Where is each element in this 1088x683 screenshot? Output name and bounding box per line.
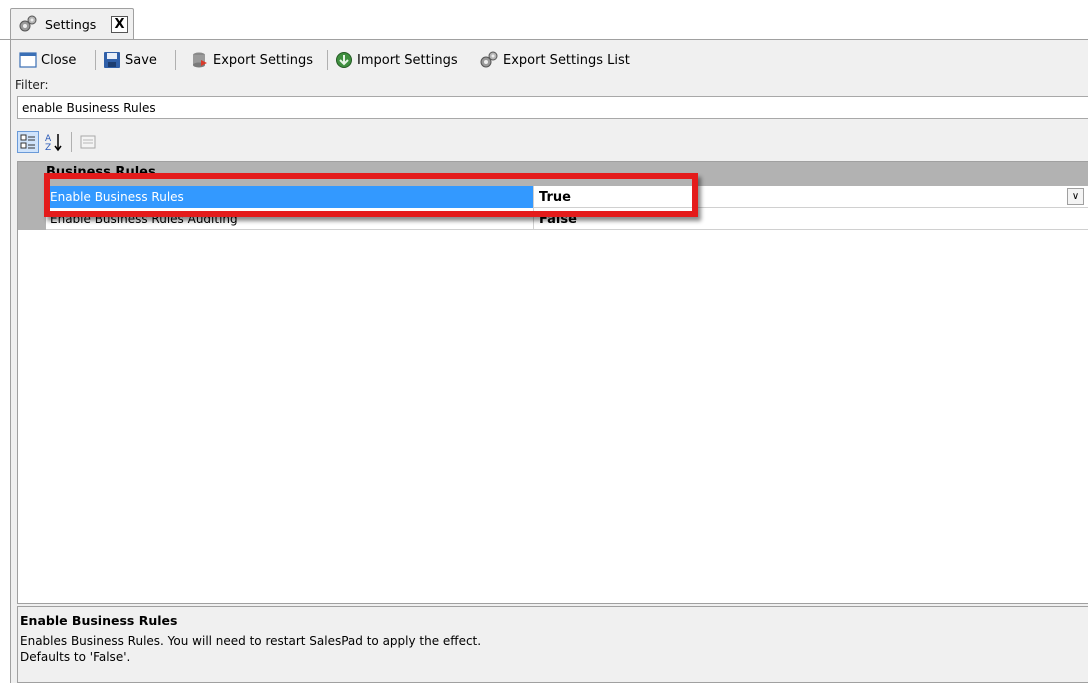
categorized-icon — [20, 134, 35, 149]
property-value[interactable]: True — [539, 190, 571, 205]
filter-label: Filter: — [15, 78, 49, 92]
toolbar-separator — [327, 50, 328, 70]
property-pages-icon — [80, 135, 96, 149]
category-row[interactable]: Business Rules — [18, 162, 1088, 186]
import-settings-label: Import Settings — [357, 52, 458, 68]
gears-icon — [480, 51, 498, 68]
help-description: Enables Business Rules. You will need to… — [20, 634, 482, 648]
toolbar-separator — [175, 50, 176, 70]
close-button[interactable]: Close — [19, 50, 76, 70]
property-grid-toolbar: A Z — [17, 126, 1088, 158]
svg-text:Z: Z — [45, 143, 51, 153]
help-title: Enable Business Rules — [20, 613, 178, 628]
database-export-icon — [193, 52, 207, 68]
help-default-note: Defaults to 'False'. — [20, 650, 131, 664]
tab-strip: Settings X — [0, 0, 1088, 40]
property-name: Enable Business Rules Auditing — [46, 208, 534, 230]
gears-icon — [19, 15, 37, 32]
chevron-down-icon: ∨ — [1071, 191, 1080, 202]
row-gutter — [18, 208, 46, 230]
property-value[interactable]: False — [539, 212, 577, 227]
filter-input[interactable] — [17, 96, 1088, 119]
import-icon — [336, 52, 352, 68]
import-settings-button[interactable]: Import Settings — [335, 50, 458, 70]
settings-panel: Close Save Export Settings Import Settin… — [10, 40, 1088, 683]
save-label: Save — [125, 52, 157, 68]
close-label: Close — [41, 52, 77, 68]
sort-az-icon: A Z — [45, 134, 62, 153]
row-gutter — [18, 186, 46, 208]
tab-settings[interactable]: Settings X — [10, 8, 134, 40]
property-row-enable-business-rules[interactable]: Enable Business Rules True ∨ — [18, 186, 1088, 208]
tab-close-button[interactable]: X — [111, 16, 128, 33]
property-grid: Business Rules Enable Business Rules Tru… — [17, 161, 1088, 604]
floppy-disk-icon — [104, 52, 120, 68]
category-label: Business Rules — [46, 165, 156, 180]
toolbar-separator — [95, 50, 96, 70]
alphabetical-sort-button[interactable]: A Z — [43, 131, 65, 153]
window-icon — [19, 52, 37, 68]
property-name: Enable Business Rules — [46, 186, 534, 208]
save-button[interactable]: Save — [103, 50, 157, 70]
export-settings-label: Export Settings — [213, 52, 314, 68]
export-settings-list-button[interactable]: Export Settings List — [479, 50, 630, 70]
dropdown-button[interactable]: ∨ — [1067, 188, 1084, 205]
toolbar: Close Save Export Settings Import Settin… — [11, 40, 1088, 78]
property-row-enable-business-rules-auditing[interactable]: Enable Business Rules Auditing False — [18, 208, 1088, 230]
property-pages-button[interactable] — [77, 131, 99, 153]
categorized-view-button[interactable] — [17, 131, 39, 153]
export-settings-button[interactable]: Export Settings — [191, 50, 313, 70]
export-settings-list-label: Export Settings List — [503, 52, 630, 68]
tab-label: Settings — [45, 17, 97, 32]
grid-toolbar-separator — [71, 132, 72, 152]
help-panel: Enable Business Rules Enables Business R… — [17, 606, 1088, 683]
